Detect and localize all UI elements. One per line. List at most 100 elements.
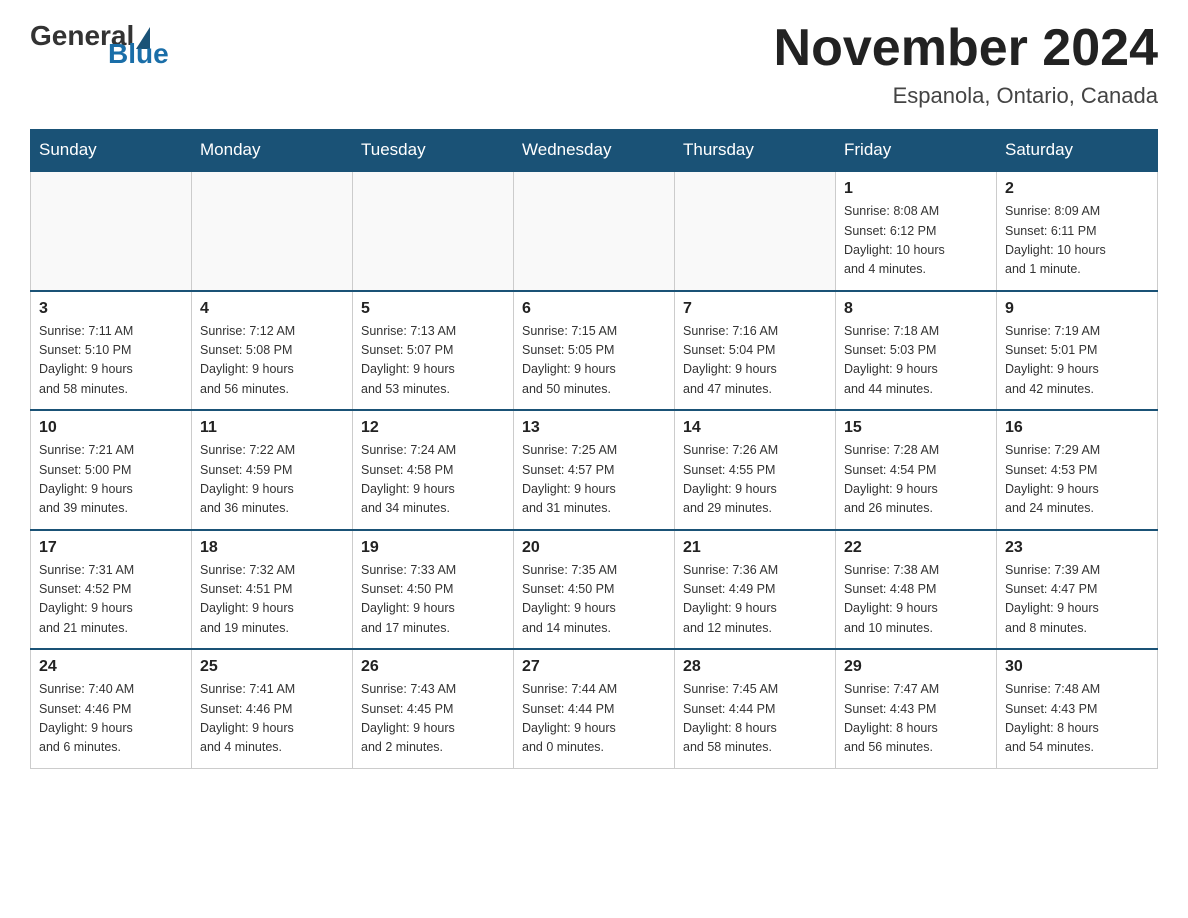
calendar-cell: 29Sunrise: 7:47 AMSunset: 4:43 PMDayligh… bbox=[836, 649, 997, 768]
day-info: Sunrise: 7:45 AMSunset: 4:44 PMDaylight:… bbox=[683, 680, 827, 758]
day-info: Sunrise: 7:41 AMSunset: 4:46 PMDaylight:… bbox=[200, 680, 344, 758]
calendar-cell: 6 Sunrise: 7:15 AMSunset: 5:05 PMDaylight… bbox=[514, 291, 675, 411]
day-number: 29 bbox=[844, 658, 988, 676]
day-info: Sunrise: 7:33 AMSunset: 4:50 PMDaylight:… bbox=[361, 561, 505, 639]
page-header: General Blue November 2024 Espanola, Ont… bbox=[30, 20, 1158, 109]
day-number: 22 bbox=[844, 539, 988, 557]
day-number: 13 bbox=[522, 419, 666, 437]
day-info: Sunrise: 7:16 AMSunset: 5:04 PMDaylight:… bbox=[683, 322, 827, 400]
day-number: 11 bbox=[200, 419, 344, 437]
day-number: 21 bbox=[683, 539, 827, 557]
calendar-cell: 24 Sunrise: 7:40 AMSunset: 4:46 PMDayligh… bbox=[31, 649, 192, 768]
day-number: 10 bbox=[39, 419, 183, 437]
calendar-cell: 10 Sunrise: 7:21 AMSunset: 5:00 PMDayligh… bbox=[31, 410, 192, 530]
day-number: 3 bbox=[39, 300, 183, 318]
calendar-cell: 3Sunrise: 7:11 AMSunset: 5:10 PMDaylight… bbox=[31, 291, 192, 411]
day-info: Sunrise: 7:25 AMSunset: 4:57 PMDaylight:… bbox=[522, 441, 666, 519]
day-number: 9 bbox=[1005, 300, 1149, 318]
day-info: Sunrise: 7:29 AMSunset: 4:53 PMDaylight:… bbox=[1005, 441, 1149, 519]
day-number: 14 bbox=[683, 419, 827, 437]
day-info: Sunrise: 7:21 AMSunset: 5:00 PMDaylight:… bbox=[39, 441, 183, 519]
day-number: 1 bbox=[844, 180, 988, 198]
calendar-cell: 30 Sunrise: 7:48 AMSunset: 4:43 PMDayligh… bbox=[997, 649, 1158, 768]
calendar-cell: 5 Sunrise: 7:13 AMSunset: 5:07 PMDaylight… bbox=[353, 291, 514, 411]
day-number: 4 bbox=[200, 300, 344, 318]
calendar-cell: 22 Sunrise: 7:38 AMSunset: 4:48 PMDayligh… bbox=[836, 530, 997, 650]
calendar-cell: 9 Sunrise: 7:19 AMSunset: 5:01 PMDaylight… bbox=[997, 291, 1158, 411]
day-number: 23 bbox=[1005, 539, 1149, 557]
day-info: Sunrise: 7:44 AMSunset: 4:44 PMDaylight:… bbox=[522, 680, 666, 758]
day-info: Sunrise: 7:13 AMSunset: 5:07 PMDaylight:… bbox=[361, 322, 505, 400]
day-info: Sunrise: 8:08 AMSunset: 6:12 PMDaylight:… bbox=[844, 202, 988, 280]
day-number: 20 bbox=[522, 539, 666, 557]
location-subtitle: Espanola, Ontario, Canada bbox=[774, 83, 1158, 109]
calendar-header-row: SundayMondayTuesdayWednesdayThursdayFrid… bbox=[31, 130, 1158, 172]
day-number: 24 bbox=[39, 658, 183, 676]
column-header-sunday: Sunday bbox=[31, 130, 192, 172]
week-row-5: 24 Sunrise: 7:40 AMSunset: 4:46 PMDayligh… bbox=[31, 649, 1158, 768]
day-info: Sunrise: 7:15 AMSunset: 5:05 PMDaylight:… bbox=[522, 322, 666, 400]
week-row-4: 17 Sunrise: 7:31 AMSunset: 4:52 PMDayligh… bbox=[31, 530, 1158, 650]
month-year-title: November 2024 bbox=[774, 20, 1158, 77]
calendar-cell: 18 Sunrise: 7:32 AMSunset: 4:51 PMDayligh… bbox=[192, 530, 353, 650]
calendar-cell: 7 Sunrise: 7:16 AMSunset: 5:04 PMDaylight… bbox=[675, 291, 836, 411]
day-number: 5 bbox=[361, 300, 505, 318]
day-info: Sunrise: 7:24 AMSunset: 4:58 PMDaylight:… bbox=[361, 441, 505, 519]
day-info: Sunrise: 7:43 AMSunset: 4:45 PMDaylight:… bbox=[361, 680, 505, 758]
calendar-cell: 12Sunrise: 7:24 AMSunset: 4:58 PMDayligh… bbox=[353, 410, 514, 530]
calendar-cell: 28Sunrise: 7:45 AMSunset: 4:44 PMDayligh… bbox=[675, 649, 836, 768]
day-number: 7 bbox=[683, 300, 827, 318]
day-number: 16 bbox=[1005, 419, 1149, 437]
calendar-cell: 17 Sunrise: 7:31 AMSunset: 4:52 PMDayligh… bbox=[31, 530, 192, 650]
calendar-cell: 8 Sunrise: 7:18 AMSunset: 5:03 PMDaylight… bbox=[836, 291, 997, 411]
column-header-thursday: Thursday bbox=[675, 130, 836, 172]
day-info: Sunrise: 7:36 AMSunset: 4:49 PMDaylight:… bbox=[683, 561, 827, 639]
day-number: 30 bbox=[1005, 658, 1149, 676]
calendar-cell: 11 Sunrise: 7:22 AMSunset: 4:59 PMDayligh… bbox=[192, 410, 353, 530]
calendar-cell bbox=[353, 171, 514, 291]
calendar-cell: 4Sunrise: 7:12 AMSunset: 5:08 PMDaylight… bbox=[192, 291, 353, 411]
day-number: 15 bbox=[844, 419, 988, 437]
day-info: Sunrise: 7:18 AMSunset: 5:03 PMDaylight:… bbox=[844, 322, 988, 400]
week-row-2: 3Sunrise: 7:11 AMSunset: 5:10 PMDaylight… bbox=[31, 291, 1158, 411]
calendar-cell: 23 Sunrise: 7:39 AMSunset: 4:47 PMDayligh… bbox=[997, 530, 1158, 650]
day-number: 19 bbox=[361, 539, 505, 557]
day-info: Sunrise: 7:35 AMSunset: 4:50 PMDaylight:… bbox=[522, 561, 666, 639]
day-number: 2 bbox=[1005, 180, 1149, 198]
calendar-cell bbox=[192, 171, 353, 291]
day-number: 8 bbox=[844, 300, 988, 318]
day-info: Sunrise: 7:32 AMSunset: 4:51 PMDaylight:… bbox=[200, 561, 344, 639]
day-info: Sunrise: 7:40 AMSunset: 4:46 PMDaylight:… bbox=[39, 680, 183, 758]
column-header-saturday: Saturday bbox=[997, 130, 1158, 172]
title-area: November 2024 Espanola, Ontario, Canada bbox=[774, 20, 1158, 109]
week-row-1: 1 Sunrise: 8:08 AMSunset: 6:12 PMDaylight… bbox=[31, 171, 1158, 291]
day-number: 18 bbox=[200, 539, 344, 557]
calendar-table: SundayMondayTuesdayWednesdayThursdayFrid… bbox=[30, 129, 1158, 769]
calendar-cell bbox=[514, 171, 675, 291]
day-info: Sunrise: 8:09 AMSunset: 6:11 PMDaylight:… bbox=[1005, 202, 1149, 280]
calendar-cell: 1 Sunrise: 8:08 AMSunset: 6:12 PMDaylight… bbox=[836, 171, 997, 291]
calendar-cell: 26Sunrise: 7:43 AMSunset: 4:45 PMDayligh… bbox=[353, 649, 514, 768]
week-row-3: 10 Sunrise: 7:21 AMSunset: 5:00 PMDayligh… bbox=[31, 410, 1158, 530]
day-number: 27 bbox=[522, 658, 666, 676]
column-header-friday: Friday bbox=[836, 130, 997, 172]
day-info: Sunrise: 7:48 AMSunset: 4:43 PMDaylight:… bbox=[1005, 680, 1149, 758]
day-info: Sunrise: 7:22 AMSunset: 4:59 PMDaylight:… bbox=[200, 441, 344, 519]
day-info: Sunrise: 7:19 AMSunset: 5:01 PMDaylight:… bbox=[1005, 322, 1149, 400]
calendar-cell: 2 Sunrise: 8:09 AMSunset: 6:11 PMDaylight… bbox=[997, 171, 1158, 291]
day-info: Sunrise: 7:28 AMSunset: 4:54 PMDaylight:… bbox=[844, 441, 988, 519]
day-info: Sunrise: 7:39 AMSunset: 4:47 PMDaylight:… bbox=[1005, 561, 1149, 639]
day-info: Sunrise: 7:31 AMSunset: 4:52 PMDaylight:… bbox=[39, 561, 183, 639]
calendar-cell bbox=[675, 171, 836, 291]
day-number: 17 bbox=[39, 539, 183, 557]
calendar-cell: 15 Sunrise: 7:28 AMSunset: 4:54 PMDayligh… bbox=[836, 410, 997, 530]
column-header-wednesday: Wednesday bbox=[514, 130, 675, 172]
day-info: Sunrise: 7:38 AMSunset: 4:48 PMDaylight:… bbox=[844, 561, 988, 639]
calendar-cell bbox=[31, 171, 192, 291]
calendar-cell: 16 Sunrise: 7:29 AMSunset: 4:53 PMDayligh… bbox=[997, 410, 1158, 530]
calendar-cell: 20 Sunrise: 7:35 AMSunset: 4:50 PMDayligh… bbox=[514, 530, 675, 650]
column-header-monday: Monday bbox=[192, 130, 353, 172]
day-number: 6 bbox=[522, 300, 666, 318]
calendar-cell: 13 Sunrise: 7:25 AMSunset: 4:57 PMDayligh… bbox=[514, 410, 675, 530]
calendar-cell: 14Sunrise: 7:26 AMSunset: 4:55 PMDayligh… bbox=[675, 410, 836, 530]
